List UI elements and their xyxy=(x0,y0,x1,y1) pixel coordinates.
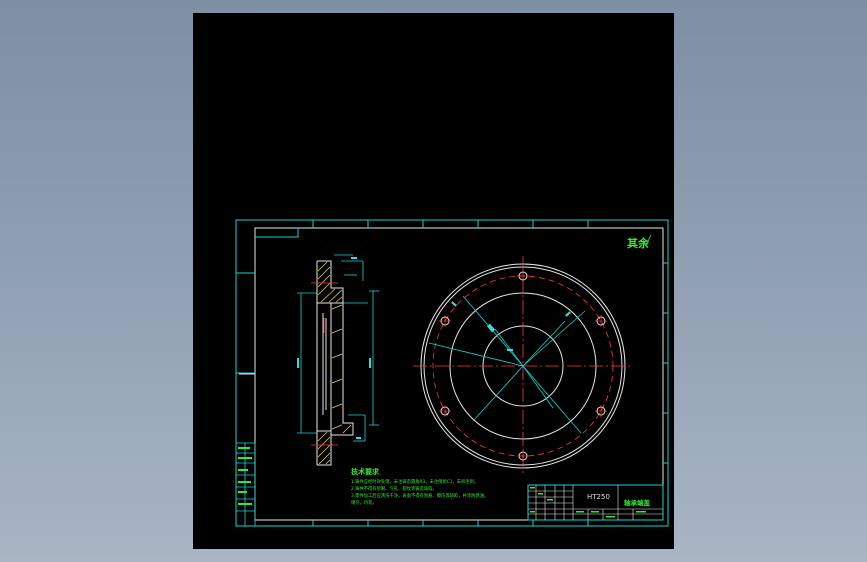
title-block: HT250 轴承端盖 xyxy=(527,484,664,521)
part-title: 轴承端盖 xyxy=(624,498,651,507)
tech-note-4: 储存，待装。 xyxy=(351,499,377,506)
drawing-sheet: 其余 技术要求 1.铸件应经时效处理，未注铸造圆角R3，未注倒角C1，去除毛刺。… xyxy=(235,219,669,527)
section-view xyxy=(297,254,379,466)
inner-border xyxy=(254,227,664,521)
tab-box xyxy=(255,228,299,238)
left-revision-block xyxy=(235,442,256,527)
cad-drawing-canvas[interactable]: 其余 技术要求 1.铸件应经时效处理，未注铸造圆角R3，未注倒角C1，去除毛刺。… xyxy=(193,13,674,549)
tech-note-1: 1.铸件应经时效处理，未注铸造圆角R3，未注倒角C1，去除毛刺。 xyxy=(351,478,478,485)
material-label: HT250 xyxy=(587,493,610,501)
stamp-label: 其余 xyxy=(627,236,650,250)
tech-note-3: 3.零件加工后应清洗干净，表面不得有划痕、擦伤等缺陷，并涂防锈油， xyxy=(351,492,488,499)
tech-note-2: 2.铸件不得有砂眼、气孔、裂纹等铸造缺陷。 xyxy=(351,485,437,492)
tech-requirements: 技术要求 1.铸件应经时效处理，未注铸造圆角R3，未注倒角C1，去除毛刺。 2.… xyxy=(351,467,488,506)
front-view xyxy=(413,256,633,476)
tech-title: 技术要求 xyxy=(351,467,380,476)
